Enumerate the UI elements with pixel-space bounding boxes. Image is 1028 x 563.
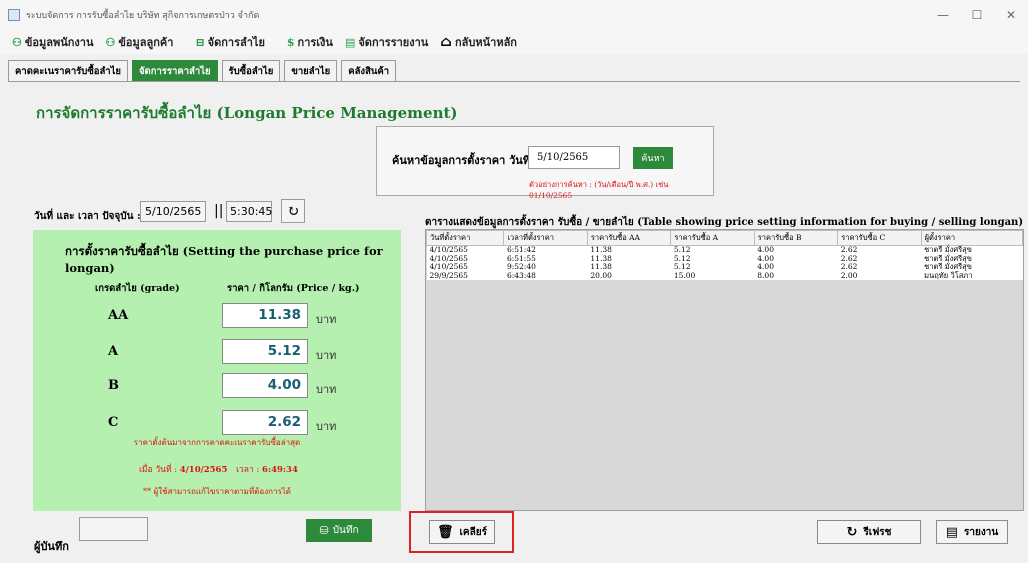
price-input-a[interactable]: 5.12	[222, 339, 308, 364]
highlight-box	[409, 511, 514, 553]
column-header[interactable]: ราคารับซื้อ B	[753, 230, 839, 246]
note-date-value: 4/10/2565	[179, 465, 228, 475]
menu-label: การเงิน	[297, 36, 333, 49]
search-label: ค้นหาข้อมูลการตั้งราคา วันที่ :	[392, 154, 538, 167]
grade-column-header: เกรดลำไย (grade)	[95, 283, 180, 294]
column-header[interactable]: ผู้ตั้งราคา	[920, 230, 1024, 246]
report-label: รายงาน	[964, 526, 999, 538]
menu-manage-longan[interactable]: ⊟ จัดการลำไย	[195, 33, 264, 51]
minimize-button[interactable]: —	[926, 0, 960, 30]
customer-icon: ⚇	[105, 35, 116, 49]
grade-label-aa: AA	[108, 308, 129, 323]
column-header[interactable]: ราคารับซื้อ A	[670, 230, 755, 246]
tab-buy-longan[interactable]: รับซื้อลำไย	[221, 60, 281, 81]
home-icon: ⌂	[440, 34, 452, 50]
table-cell: 20.00	[587, 271, 671, 280]
menu-label: จัดการลำไย	[207, 36, 265, 49]
note-date-prefix: เมื่อ วันที่ :	[139, 465, 178, 475]
price-setting-panel: การตั้งราคารับซื้อลำไย (Setting the purc…	[33, 230, 401, 511]
recorder-field[interactable]	[79, 517, 148, 541]
report-button[interactable]: ▤ รายงาน	[936, 520, 1008, 544]
price-input-c[interactable]: 2.62	[222, 410, 308, 435]
unit-label: บาท	[316, 383, 337, 396]
table-header-row: วันที่ตั้งราคา เวลาที่ตั้งราคา ราคารับซื…	[425, 230, 1024, 246]
price-source-note: ราคาตั้งต้นมาจากการคาดคะเนราคารับซื้อล่า…	[133, 438, 301, 447]
menu-label: ข้อมูลลูกค้า	[118, 36, 174, 49]
tab-price-management[interactable]: จัดการราคาลำไย	[131, 60, 218, 81]
search-button[interactable]: ค้นหา	[633, 147, 673, 169]
current-date-field: 5/10/2565	[140, 201, 206, 222]
window-title: ระบบจัดการ การรับซื้อลำไย บริษัท สุกิจกา…	[26, 11, 260, 21]
grade-label-a: A	[108, 344, 119, 359]
menu-customer[interactable]: ⚇ ข้อมูลลูกค้า	[106, 33, 174, 51]
table-cell: 15.00	[670, 271, 755, 280]
report-icon: ▤	[344, 35, 356, 49]
menu-bar: ⚇ ข้อมูลพนักงาน ⚇ ข้อมูลลูกค้า ⊟ จัดการล…	[0, 30, 1028, 54]
menu-employee[interactable]: ⚇ ข้อมูลพนักงาน	[12, 33, 94, 51]
save-icon: ⛁	[319, 524, 329, 537]
search-panel: ค้นหาข้อมูลการตั้งราคา วันที่ : 5/10/256…	[376, 126, 714, 200]
table-cell: 6:43:48	[503, 271, 588, 280]
price-input-aa[interactable]: 11.38	[222, 303, 308, 328]
refresh-button[interactable]: ↻ รีเฟรช	[817, 520, 921, 544]
tab-price-forecast[interactable]: คาดคะเนราคารับซื้อลำไย	[8, 60, 128, 81]
panel-title: การตั้งราคารับซื้อลำไย (Setting the purc…	[65, 244, 383, 275]
employee-icon: ⚇	[12, 35, 22, 49]
table-cell: 29/9/2565	[426, 271, 504, 280]
table-cell: มนฤทัย วิโสภา	[921, 271, 1023, 280]
refresh-icon: ↻	[286, 202, 300, 220]
search-date-input[interactable]: 5/10/2565	[528, 146, 620, 169]
unit-label: บาท	[316, 420, 337, 433]
refresh-icon: ↻	[846, 524, 858, 540]
editable-note: ** ผู้ใช้สามารถแก้ไขราคาตามที่ต้องการได้	[143, 487, 291, 496]
table-cell: 2.00	[837, 271, 922, 280]
menu-label: จัดการรายงาน	[358, 36, 429, 49]
column-header[interactable]: วันที่ตั้งราคา	[425, 230, 505, 246]
table-title: ตารางแสดงข้อมูลการตั้งราคา รับซื้อ / ขาย…	[425, 217, 1024, 228]
close-button[interactable]: ✕	[994, 0, 1028, 30]
maximize-button[interactable]: ☐	[960, 0, 994, 30]
unit-label: บาท	[316, 349, 337, 362]
column-header[interactable]: ราคารับซื้อ AA	[586, 230, 672, 246]
menu-finance[interactable]: $ การเงิน	[287, 33, 333, 51]
save-label: บันทึก	[332, 525, 359, 536]
window-titlebar: ระบบจัดการ การรับซื้อลำไย บริษัท สุกิจกา…	[0, 0, 1028, 30]
menu-report[interactable]: ▤ จัดการรายงาน	[345, 33, 428, 51]
current-datetime-label: วันที่ และ เวลา ปัจจุบัน :	[34, 211, 141, 222]
dollar-icon: $	[286, 35, 295, 49]
table-cell: 8.00	[754, 271, 838, 280]
menu-home[interactable]: ⌂ กลับหน้าหลัก	[440, 33, 517, 51]
recorder-label: ผู้บันทึก	[34, 540, 69, 553]
report-icon: ▤	[945, 524, 959, 540]
price-input-b[interactable]: 4.00	[222, 373, 308, 398]
menu-label: กลับหน้าหลัก	[454, 36, 517, 49]
note-time-prefix: เวลา :	[236, 465, 260, 475]
cart-icon: ⊟	[195, 35, 205, 49]
tab-warehouse[interactable]: คลังสินค้า	[341, 60, 397, 81]
unit-label: บาท	[316, 313, 337, 326]
price-history-table[interactable]: วันที่ตั้งราคา เวลาที่ตั้งราคา ราคารับซื…	[425, 229, 1024, 511]
menu-label: ข้อมูลพนักงาน	[24, 36, 94, 49]
page-title: การจัดการราคารับซื้อลำไย (Longan Price M…	[36, 104, 458, 122]
column-header[interactable]: เวลาที่ตั้งราคา	[503, 230, 588, 246]
current-time-field: 5:30:45	[226, 201, 272, 222]
save-button[interactable]: ⛁ บันทึก	[306, 519, 372, 542]
refresh-label: รีเฟรช	[863, 526, 892, 538]
tab-bar: คาดคะเนราคารับซื้อลำไย จัดการราคาลำไย รั…	[8, 60, 400, 81]
price-source-datetime: เมื่อ วันที่ : 4/10/2565 เวลา : 6:49:34	[139, 462, 298, 476]
tab-divider	[8, 81, 1020, 82]
window-controls: — ☐ ✕	[926, 0, 1028, 30]
price-column-header: ราคา / กิโลกรัม (Price / kg.)	[227, 283, 360, 294]
datetime-separator: ||	[214, 203, 224, 219]
refresh-time-button[interactable]: ↻	[281, 199, 305, 223]
column-header[interactable]: ราคารับซื้อ C	[837, 230, 922, 246]
search-hint: ตัวอย่างการค้นหา : (วัน/เดือน/ปี พ.ศ.) เ…	[529, 180, 669, 200]
note-time-value: 6:49:34	[262, 465, 298, 475]
grade-label-c: C	[108, 415, 119, 430]
table-row[interactable]: 29/9/2565 6:43:48 20.00 15.00 8.00 2.00 …	[426, 271, 1023, 280]
grade-label-b: B	[108, 378, 119, 393]
tab-sell-longan[interactable]: ขายลำไย	[284, 60, 338, 81]
app-icon	[8, 9, 20, 21]
